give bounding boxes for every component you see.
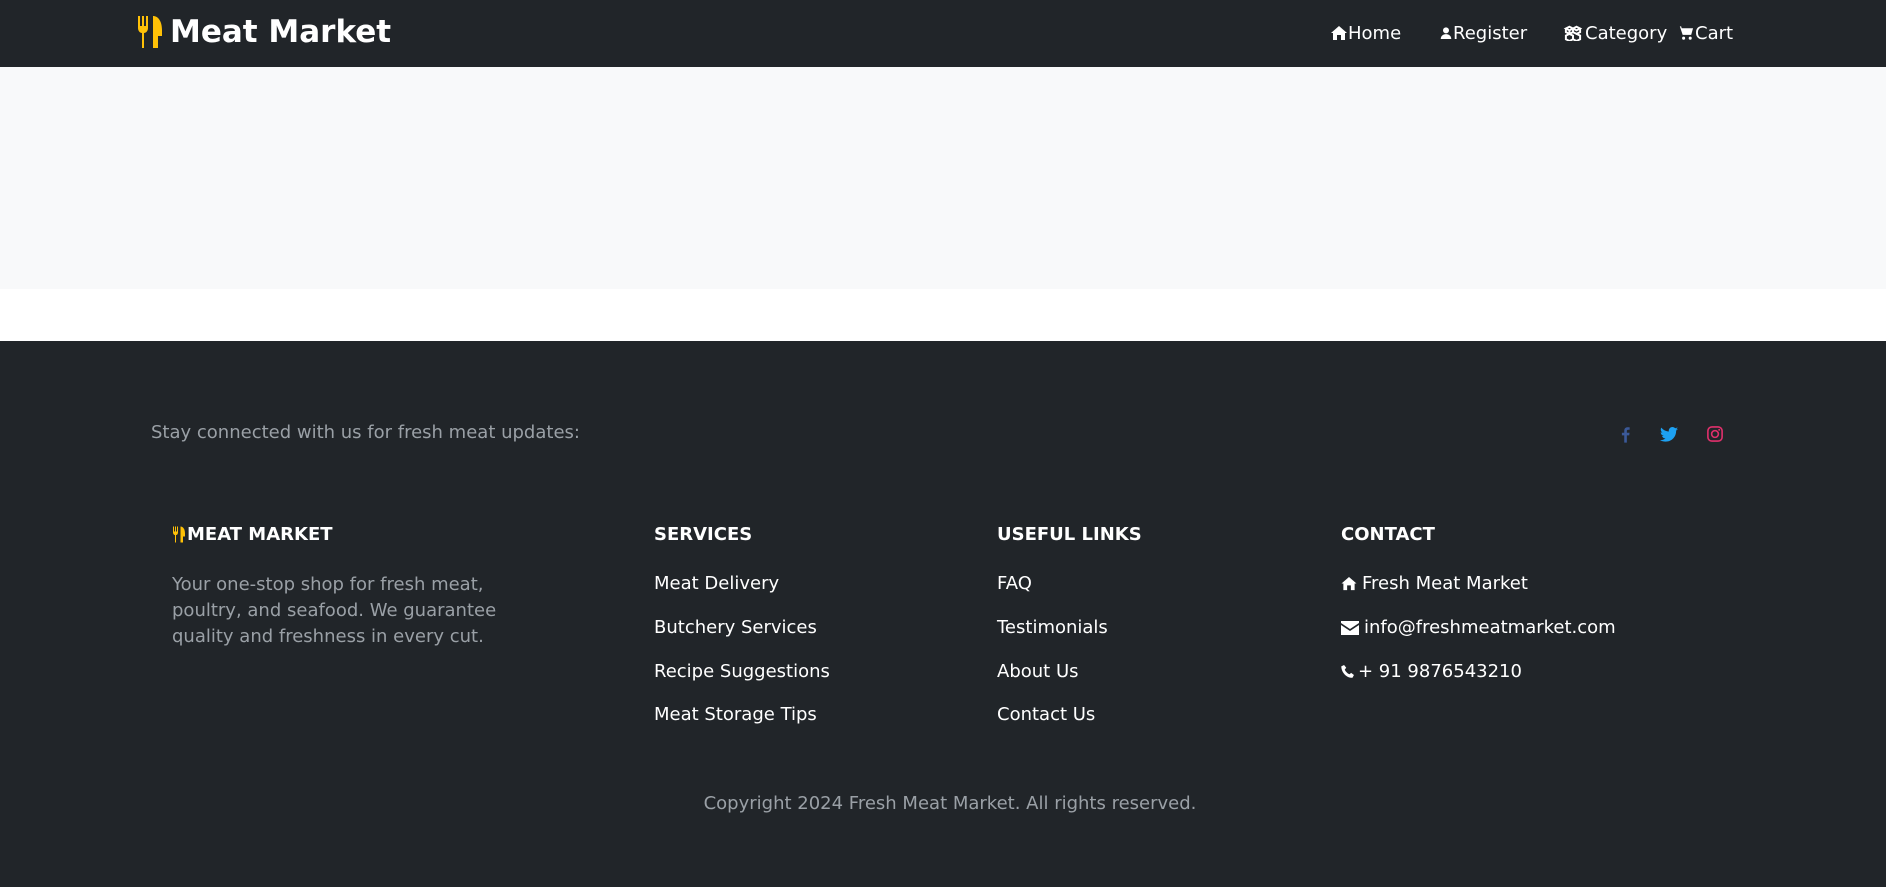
content-spacer: [0, 289, 1886, 341]
nav-category-label: Category: [1585, 22, 1668, 44]
brand-name: Meat Market: [170, 14, 392, 50]
navbar: Meat Market Home Register Category Cart: [0, 0, 1886, 67]
nav-cart-label: Cart: [1695, 22, 1734, 44]
contact-title: CONTACT: [1341, 524, 1435, 545]
contact-phone[interactable]: + 91 9876543210: [1341, 661, 1522, 682]
hero-section: [0, 67, 1886, 289]
twitter-icon: [1660, 426, 1678, 442]
nav-home-label: Home: [1348, 22, 1402, 44]
copyright-text: Copyright 2024 Fresh Meat Market. All ri…: [703, 793, 1197, 814]
contact-phone-text: + 91 9876543210: [1358, 661, 1522, 682]
contact-address: Fresh Meat Market: [1341, 573, 1528, 594]
nav-register[interactable]: Register: [1440, 20, 1527, 46]
user-icon: [1440, 27, 1452, 39]
useful-links-title: USEFUL LINKS: [997, 524, 1142, 545]
services-link[interactable]: Recipe Suggestions: [654, 661, 830, 682]
nav-register-label: Register: [1453, 22, 1528, 44]
useful-link[interactable]: Testimonials: [997, 617, 1108, 638]
nav-category[interactable]: Category: [1562, 20, 1667, 46]
about-title: MEAT MARKET: [172, 524, 333, 545]
stay-connected-text: Stay connected with us for fresh meat up…: [151, 422, 580, 443]
services-link[interactable]: Meat Storage Tips: [654, 704, 817, 725]
about-text: Your one-stop shop for fresh meat, poult…: [172, 574, 497, 647]
home-icon: [1341, 576, 1357, 591]
home-icon: [1331, 26, 1347, 40]
instagram-icon: [1707, 426, 1723, 442]
services-link[interactable]: Butchery Services: [654, 617, 817, 638]
services-title: SERVICES: [654, 524, 753, 545]
facebook-link[interactable]: [1615, 424, 1635, 444]
services-link[interactable]: Meat Delivery: [654, 573, 779, 594]
utensils-icon: [138, 16, 162, 48]
useful-link[interactable]: About Us: [997, 661, 1079, 682]
footer: Stay connected with us for fresh meat up…: [0, 341, 1886, 887]
nav-home[interactable]: Home: [1331, 20, 1401, 46]
about-title-text: MEAT MARKET: [187, 524, 333, 545]
useful-link[interactable]: FAQ: [997, 573, 1032, 594]
contact-email[interactable]: info@freshmeatmarket.com: [1341, 617, 1616, 638]
cubes-icon: [1563, 25, 1583, 41]
contact-address-text: Fresh Meat Market: [1362, 573, 1528, 594]
cart-icon: [1677, 26, 1694, 40]
phone-icon: [1341, 664, 1354, 678]
contact-email-text: info@freshmeatmarket.com: [1364, 617, 1616, 638]
nav-cart[interactable]: Cart: [1677, 20, 1733, 46]
envelope-icon: [1341, 620, 1359, 635]
twitter-link[interactable]: [1659, 424, 1679, 444]
instagram-link[interactable]: [1705, 424, 1725, 444]
utensils-icon: [173, 526, 185, 543]
facebook-icon: [1621, 426, 1630, 443]
brand-link[interactable]: Meat Market: [136, 12, 391, 52]
useful-link[interactable]: Contact Us: [997, 704, 1095, 725]
